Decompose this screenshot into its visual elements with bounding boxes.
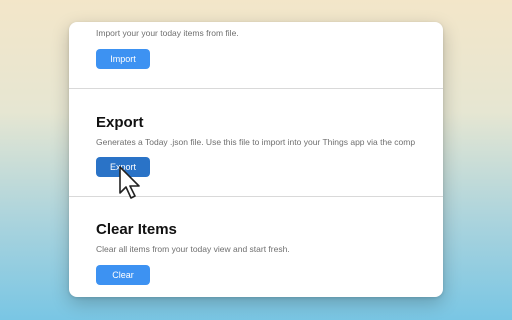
clear-button[interactable]: Clear [96, 265, 150, 285]
divider [69, 88, 443, 89]
clear-items-title: Clear Items [96, 221, 177, 238]
export-title: Export [96, 114, 144, 131]
arrow-pointer-icon [119, 166, 140, 199]
import-description: Import your your today items from file. [96, 28, 239, 38]
settings-card: Import your your today items from file. … [69, 22, 443, 297]
export-description: Generates a Today .json file. Use this f… [96, 137, 416, 147]
import-button[interactable]: Import [96, 49, 150, 69]
clear-items-description: Clear all items from your today view and… [96, 244, 290, 254]
